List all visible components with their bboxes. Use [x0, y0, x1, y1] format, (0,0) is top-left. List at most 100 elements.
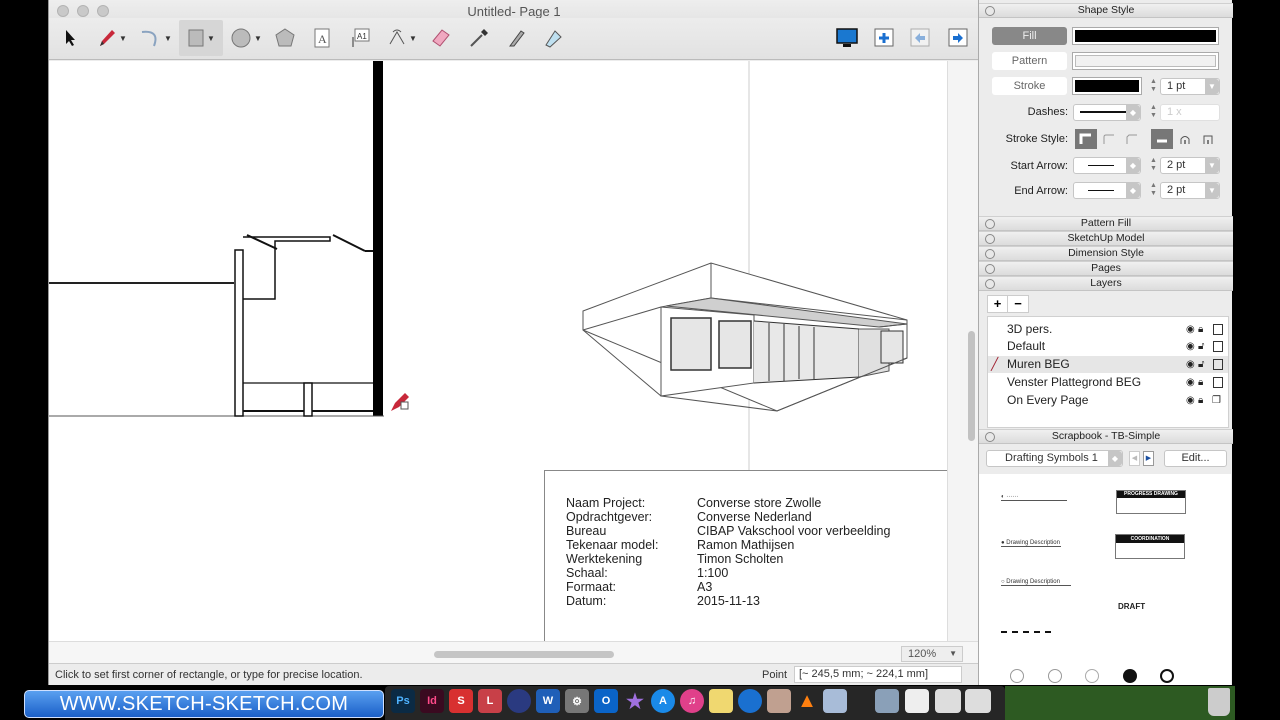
style-tool[interactable] — [465, 20, 493, 56]
scrapbook-previous-button[interactable]: ◀ — [1129, 451, 1140, 466]
eye-icon[interactable]: ◉ — [1186, 338, 1195, 355]
split-tool[interactable] — [503, 20, 531, 56]
vertical-scroll-thumb[interactable] — [968, 331, 975, 441]
imovie-icon[interactable]: ★ — [623, 689, 647, 713]
stickies-icon[interactable] — [709, 689, 733, 713]
scrapbook-symbol[interactable]: ○ Drawing Description — [1001, 579, 1071, 586]
shared-pages-icon[interactable]: ❐ — [1212, 392, 1221, 409]
scrapbook-select[interactable]: Drafting Symbols 1 ◆ — [986, 450, 1123, 467]
photoshop-icon[interactable]: Ps — [391, 689, 415, 713]
point-input[interactable]: [~ 245,5 mm; ~ 224,1 mm] — [794, 666, 962, 683]
stroke-width-stepper[interactable]: ▲ ▼ — [1149, 78, 1158, 95]
eye-icon[interactable]: ◉ — [1186, 356, 1195, 373]
drawing-canvas[interactable]: Naam Project: Converse store Zwolle Opdra… — [49, 61, 947, 641]
fill-toggle[interactable]: Fill — [992, 27, 1067, 45]
pattern-well[interactable] — [1072, 52, 1219, 70]
join-tool[interactable] — [539, 20, 567, 56]
finder-icon[interactable] — [767, 689, 791, 713]
join-round-button[interactable] — [1098, 129, 1120, 149]
fill-color-well[interactable] — [1072, 27, 1219, 45]
horizontal-scroll-thumb[interactable] — [434, 651, 614, 658]
stroke-color-well[interactable] — [1072, 77, 1142, 95]
join-miter-button[interactable] — [1075, 129, 1097, 149]
rectangle-tool[interactable]: ▼ — [179, 20, 223, 56]
eye-icon[interactable]: ◉ — [1186, 392, 1195, 409]
label-tool[interactable]: A1 — [347, 20, 373, 56]
start-arrow-select[interactable]: ◆ — [1073, 157, 1141, 174]
itunes-icon[interactable]: ♫ — [680, 689, 704, 713]
dimension-style-header[interactable]: Dimension Style — [979, 246, 1233, 261]
text-tool[interactable]: A — [309, 20, 335, 56]
scrapbook-symbol[interactable]: ◐ ······ — [1001, 494, 1067, 501]
cap-round-button[interactable] — [1174, 129, 1196, 149]
lock-icon[interactable]: 🔒︎ — [1198, 392, 1203, 409]
north-arrow-symbol[interactable] — [1160, 669, 1174, 683]
end-arrow-stepper[interactable]: ▲ ▼ — [1149, 182, 1158, 199]
unlock-icon[interactable]: 🔓︎ — [1198, 338, 1204, 355]
cap-butt-button[interactable] — [1151, 129, 1173, 149]
shape-style-header[interactable]: Shape Style — [979, 3, 1233, 18]
circle-tool[interactable]: ▼ — [227, 20, 265, 56]
stroke-width-select[interactable]: 1 pt ▼ — [1160, 78, 1220, 95]
north-arrow-symbol[interactable] — [1085, 669, 1099, 683]
layers-header[interactable]: Layers — [979, 276, 1233, 291]
next-page-button[interactable] — [945, 20, 971, 56]
previous-page-button[interactable] — [907, 20, 933, 56]
cinema4d-icon[interactable] — [507, 689, 531, 713]
system-preferences-icon[interactable]: ⚙ — [565, 689, 589, 713]
cap-square-button[interactable] — [1197, 129, 1219, 149]
pages-header[interactable]: Pages — [979, 261, 1233, 276]
remove-layer-button[interactable]: − — [1008, 296, 1028, 312]
sketchup-icon[interactable]: S — [449, 689, 473, 713]
scrapbook-symbol[interactable]: DRAFT — [1118, 602, 1145, 611]
scrapbook-symbol[interactable]: PROGRESS DRAWING — [1116, 490, 1186, 514]
pattern-fill-header[interactable]: Pattern Fill — [979, 216, 1233, 231]
trash-icon[interactable] — [1208, 688, 1230, 716]
page-icon[interactable] — [1213, 324, 1223, 335]
pattern-toggle[interactable]: Pattern — [992, 52, 1067, 70]
dash-scale-stepper[interactable]: ▲ ▼ — [1149, 104, 1158, 121]
join-bevel-button[interactable] — [1121, 129, 1143, 149]
layer-row[interactable]: Venster Plattegrond BEG ◉ 🔒︎ — [988, 374, 1228, 391]
layer-row[interactable]: Default ◉ 🔓︎ — [988, 338, 1228, 355]
add-layer-button[interactable]: + — [988, 296, 1009, 312]
image-file-icon[interactable] — [875, 689, 899, 713]
start-arrow-size-select[interactable]: 2 pt ▼ — [1160, 157, 1220, 174]
north-arrow-symbol[interactable] — [1048, 669, 1062, 683]
lock-icon[interactable]: 🔒︎ — [1198, 321, 1203, 338]
zoom-select[interactable]: 120% ▼ — [901, 646, 963, 662]
app-store-icon[interactable]: A — [651, 689, 675, 713]
page-icon[interactable] — [1213, 377, 1223, 388]
start-arrow-stepper[interactable]: ▲ ▼ — [1149, 157, 1158, 174]
dash-scale-select[interactable]: 1 x — [1160, 104, 1220, 121]
stroke-toggle[interactable]: Stroke — [992, 77, 1067, 95]
scrapbook-edit-button[interactable]: Edit... — [1164, 450, 1227, 467]
eraser-tool[interactable] — [427, 20, 455, 56]
preview-icon[interactable] — [823, 689, 847, 713]
scrapbook-header[interactable]: Scrapbook - TB-Simple — [979, 429, 1233, 444]
arc-tool[interactable]: ▼ — [137, 20, 175, 56]
presentation-button[interactable] — [834, 20, 860, 56]
vlc-icon[interactable]: ▲ — [795, 689, 819, 713]
eye-icon[interactable]: ◉ — [1186, 374, 1195, 391]
lock-icon[interactable]: 🔒︎ — [1198, 374, 1203, 391]
dashes-select[interactable]: ◆ — [1073, 104, 1141, 121]
north-arrow-symbol[interactable] — [1123, 669, 1137, 683]
dimension-tool[interactable]: ▼ — [383, 20, 421, 56]
outlook-icon[interactable]: O — [594, 689, 618, 713]
unlock-icon[interactable]: 🔓︎ — [1198, 356, 1204, 373]
horizontal-scrollbar[interactable]: 120% ▼ — [49, 641, 979, 663]
end-arrow-size-select[interactable]: 2 pt ▼ — [1160, 182, 1220, 199]
select-tool[interactable] — [57, 20, 83, 56]
page-icon[interactable] — [1213, 359, 1223, 370]
page-icon[interactable] — [1213, 341, 1223, 352]
folder-icon[interactable] — [965, 689, 991, 713]
polygon-tool[interactable] — [271, 20, 299, 56]
firefox-icon[interactable] — [738, 689, 762, 713]
vertical-scrollbar[interactable] — [947, 61, 979, 641]
scrapbook-symbol[interactable] — [1001, 629, 1051, 633]
sketchup-model-header[interactable]: SketchUp Model — [979, 231, 1233, 246]
layer-row[interactable]: On Every Page ◉ 🔒︎ ❐ — [988, 392, 1228, 409]
eye-icon[interactable]: ◉ — [1186, 321, 1195, 338]
layer-row-active[interactable]: ╱ Muren BEG ◉ 🔓︎ — [988, 356, 1228, 373]
